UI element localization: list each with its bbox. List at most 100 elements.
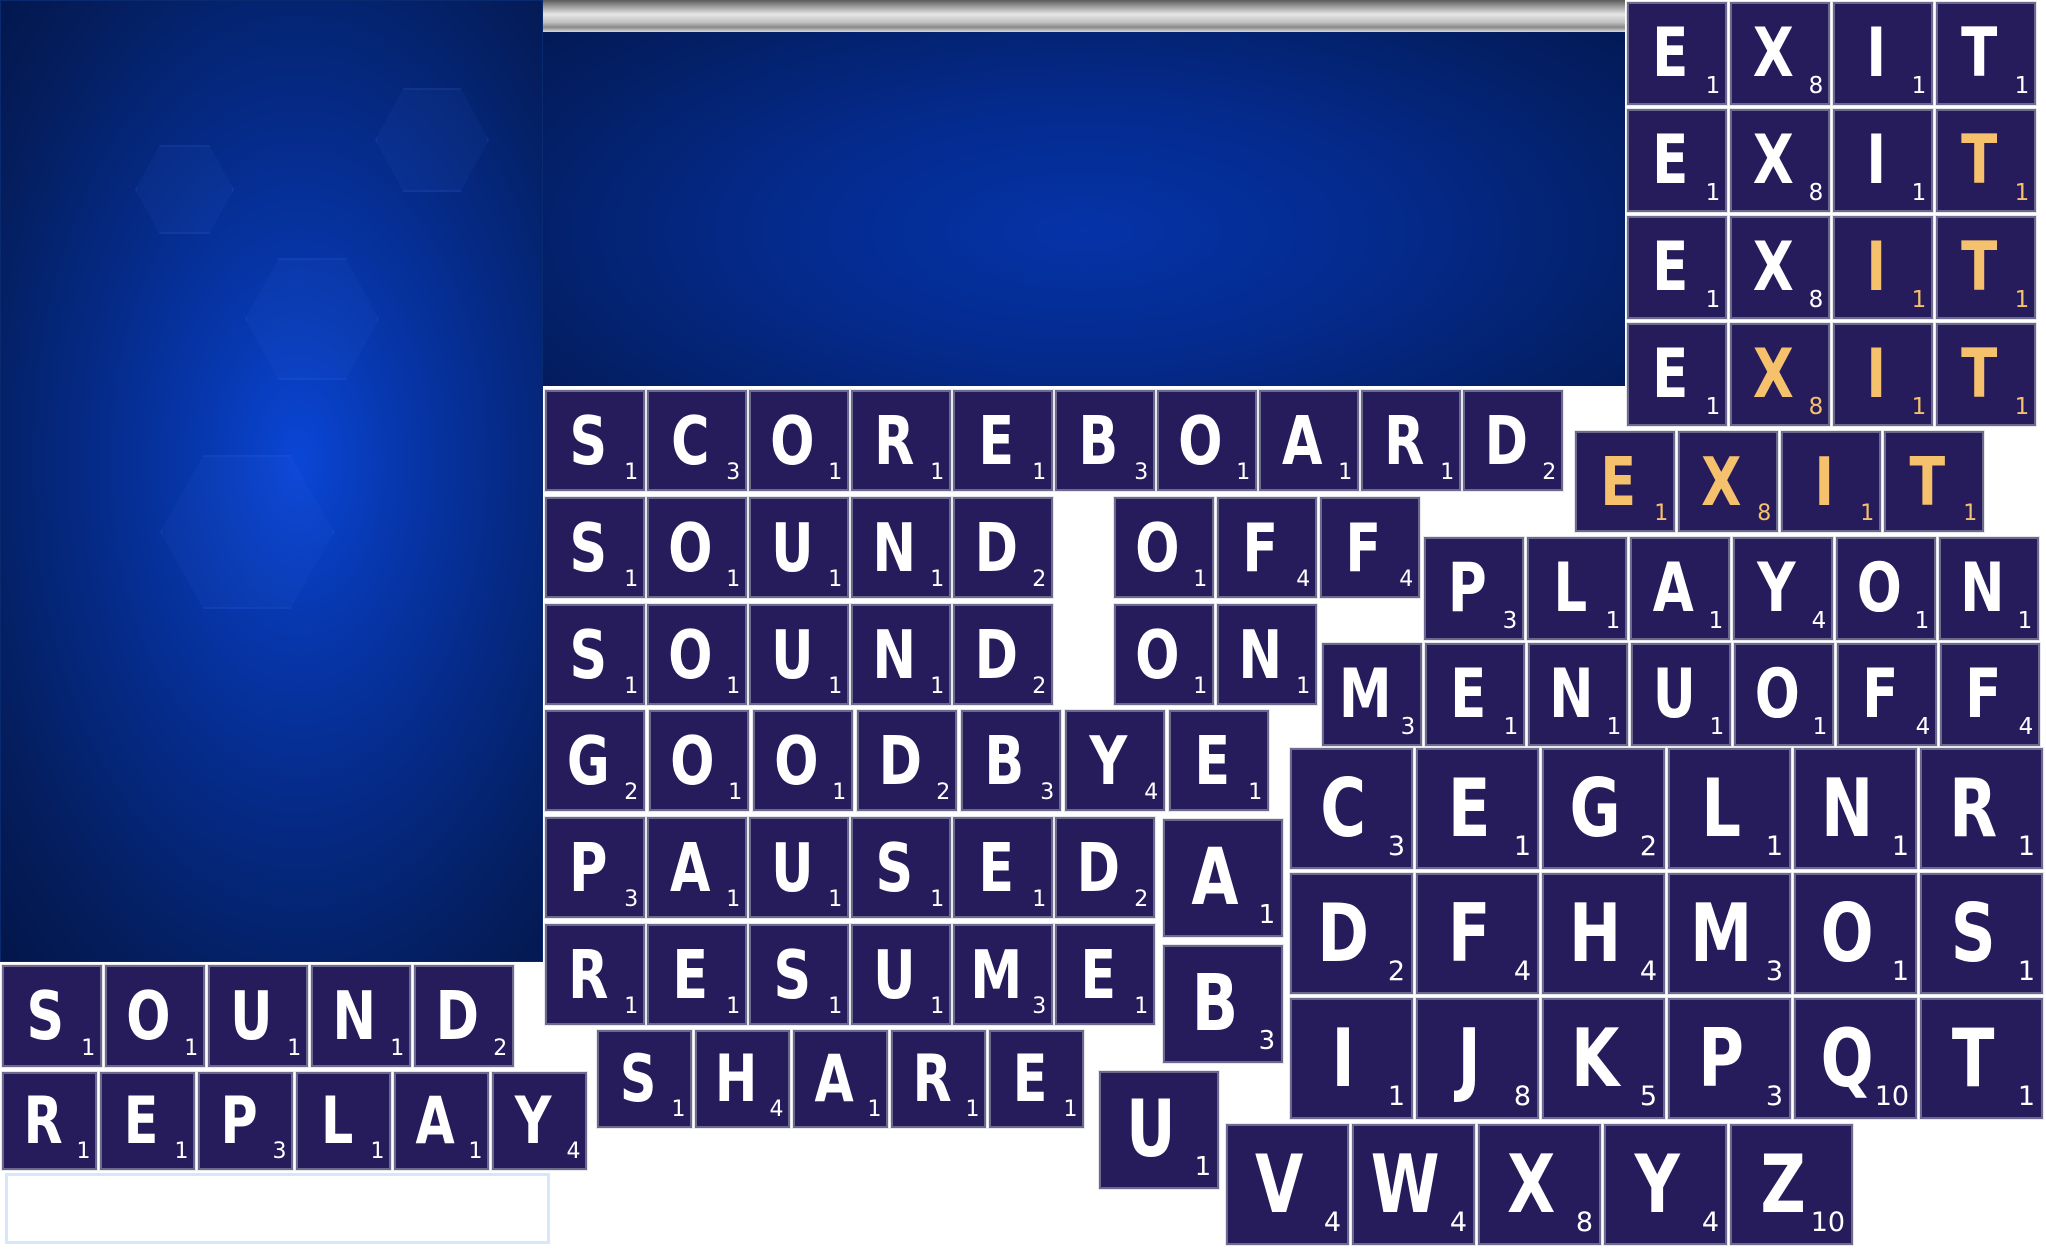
resume-tile: M3 — [952, 923, 1054, 1026]
exit-tile: X8 — [1677, 430, 1779, 533]
on-tile: N1 — [1216, 603, 1318, 706]
exit-tile: T1 — [1935, 1, 2037, 106]
tile-letter: S — [773, 935, 812, 1014]
tile-points: 4 — [1513, 956, 1532, 988]
tile-letter: S — [26, 977, 65, 1055]
text-input-box[interactable] — [5, 1173, 550, 1244]
off-tile: F4 — [1216, 496, 1318, 599]
tile-points: 1 — [2017, 608, 2033, 635]
tile-points: 1 — [930, 567, 945, 593]
tile-points: 1 — [726, 567, 741, 593]
tile-points: 4 — [1811, 608, 1827, 635]
tile-points: 1 — [2014, 394, 2030, 421]
tile-points: 4 — [566, 1139, 581, 1165]
exit-tile: T1 — [1935, 108, 2037, 213]
tile-letter: O — [1820, 887, 1874, 980]
exit-tile: E1 — [1626, 215, 1728, 320]
replay-tile: L1 — [295, 1071, 392, 1171]
tile-letter: A — [1282, 401, 1323, 480]
sound-tile: O1 — [646, 496, 748, 599]
share-tile: R1 — [890, 1029, 987, 1129]
replay-tile: P3 — [197, 1071, 294, 1171]
tile-letter: X — [1701, 442, 1742, 521]
tile-points: 1 — [867, 1097, 882, 1123]
tile-letter: R — [1384, 401, 1425, 480]
tile-letter: X — [1752, 335, 1794, 414]
resume-tile: E1 — [646, 923, 748, 1026]
exit-tile: I1 — [1832, 322, 1934, 427]
tile-points: 1 — [624, 460, 639, 486]
tile-letter: M — [1338, 655, 1392, 734]
tile-points: 1 — [1194, 1152, 1212, 1183]
tile-letter: R — [1949, 762, 1998, 855]
tile-points: 1 — [728, 780, 743, 806]
exit-tile: I1 — [1780, 430, 1882, 533]
alphabet-tile: Q 10 — [1793, 997, 1918, 1120]
tile-letter: J — [1457, 1012, 1481, 1105]
alphabet-tile: D2 — [1289, 872, 1414, 995]
tile-letter: F — [1345, 508, 1382, 587]
tile-points: 1 — [930, 994, 945, 1020]
tile-points: 2 — [1032, 567, 1047, 593]
tile-letter: F — [1965, 655, 2002, 734]
tile-points: 1 — [1258, 900, 1276, 931]
alphabet-tile: V4 — [1225, 1123, 1350, 1246]
tile-letter: H — [1569, 887, 1622, 980]
tile-points: 1 — [828, 887, 843, 913]
tile-letter: I — [1866, 228, 1887, 307]
resume-tile: R1 — [544, 923, 646, 1026]
alphabet-tile: S1 — [1919, 872, 2044, 995]
tile-letter: G — [566, 721, 610, 800]
tile-points: 8 — [1808, 73, 1824, 100]
tile-points: 1 — [76, 1139, 91, 1165]
tile-points: 1 — [1032, 887, 1047, 913]
tile-points: 3 — [1032, 994, 1047, 1020]
tile-points: 1 — [370, 1139, 385, 1165]
tile-points: 2 — [936, 780, 951, 806]
tile-points: 4 — [2018, 714, 2034, 741]
tile-letter: O — [770, 401, 815, 480]
tile-letter: A — [814, 1041, 854, 1117]
exit-tile: I1 — [1832, 215, 1934, 320]
tile-points: 1 — [1440, 460, 1455, 486]
tile-points: 1 — [2014, 180, 2030, 207]
exit-tile: T1 — [1883, 430, 1985, 533]
tile-letter: U — [1652, 655, 1696, 734]
exit-tile: I1 — [1832, 1, 1934, 106]
tile-points: 2 — [1387, 956, 1406, 988]
tile-letter: E — [1447, 762, 1491, 855]
tile-letter: U — [771, 615, 814, 694]
tile-points: 1 — [965, 1097, 980, 1123]
alphabet-tile: T1 — [1919, 997, 2044, 1120]
tile-letter: E — [978, 401, 1015, 480]
sound-tile: U1 — [748, 496, 850, 599]
paused-tile: D2 — [1054, 816, 1156, 919]
tile-letter: O — [1754, 655, 1800, 734]
scoreboard-tile: R1 — [1360, 389, 1462, 492]
tile-letter: A — [415, 1083, 455, 1159]
tile-letter: T — [1961, 228, 1998, 307]
menu-off-tile: F4 — [1939, 642, 2041, 747]
tile-letter: C — [671, 401, 710, 480]
tile-letter: X — [1507, 1138, 1556, 1231]
exit-tile: I1 — [1832, 108, 1934, 213]
tile-points: 1 — [2014, 73, 2030, 100]
menu-off-tile: U1 — [1630, 642, 1732, 747]
alphabet-tile: K5 — [1541, 997, 1666, 1120]
sound-tile: U1 — [207, 964, 309, 1068]
alphabet-tile: E1 — [1415, 747, 1540, 870]
tile-points: 1 — [1248, 780, 1263, 806]
hexagon-decoration — [245, 258, 379, 380]
tile-points: 3 — [1765, 956, 1784, 988]
tile-points: 3 — [1258, 1026, 1276, 1057]
share-tile: E1 — [988, 1029, 1085, 1129]
tile-points: 1 — [2017, 956, 2036, 988]
tile-points: 1 — [1765, 831, 1784, 863]
tile-letter: A — [670, 828, 711, 907]
tile-letter: I — [1331, 1012, 1355, 1105]
tile-letter: O — [774, 721, 819, 800]
alphabet-tile: G2 — [1541, 747, 1666, 870]
tile-points: 1 — [1296, 674, 1311, 700]
single-tile-b: B3 — [1162, 944, 1284, 1064]
tile-letter: Y — [1089, 721, 1128, 800]
